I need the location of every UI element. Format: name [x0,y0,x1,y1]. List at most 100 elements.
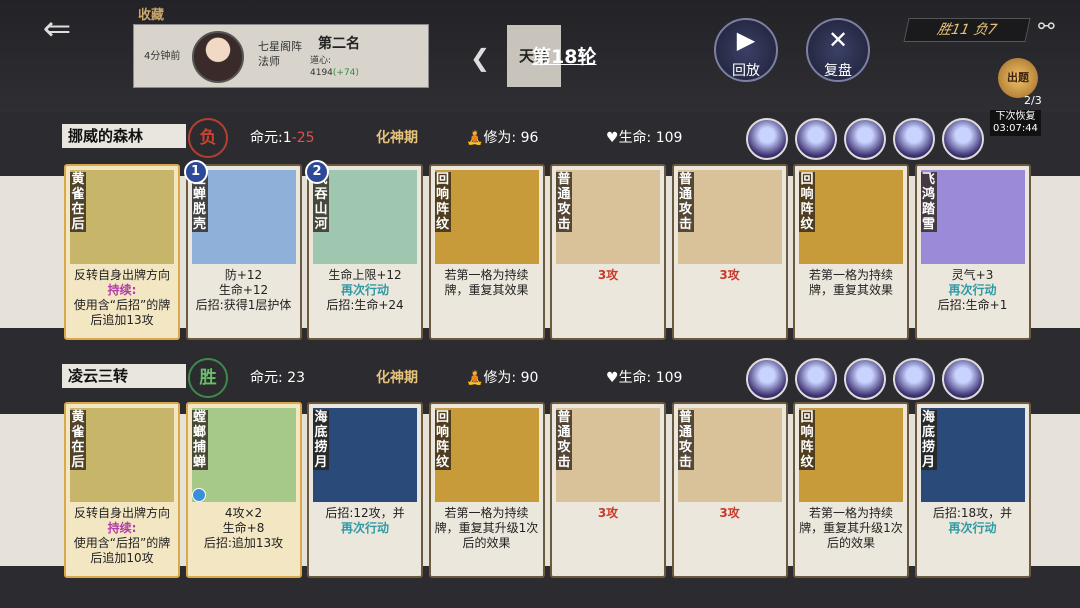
card-name: 黄雀在后 [70,172,86,232]
card-description: 反转自身出牌方向 持续: 使用含“后招”的牌后追加10攻 [70,506,174,566]
player-name: 凌云三转 [62,364,186,388]
opponent-sect: 七星阁阵法师 [258,40,302,68]
card-text-line: 使用含“后招”的牌后追加10攻 [73,536,171,565]
card[interactable]: 回响阵纹若第一格为持续牌，重复其升级1次后的效果 [793,402,909,578]
character-icon[interactable] [942,358,984,400]
replay-button[interactable]: ▶ 回放 [714,18,778,82]
top-bar: ⇐ 收藏 4分钟前 七星阁阵法师 第二名 道心: 4194(+74) 天梯 ❮ 第… [0,0,1080,136]
card-text-line: 生命上限+12 [328,268,402,282]
card-description: 防+12 生命+12 后招:获得1层护体 [192,268,296,313]
card-text-line: 持续: [107,283,137,297]
character-icon[interactable] [893,118,935,160]
card[interactable]: 螳螂捕蝉 4攻×2 生命+8 后招:追加13攻 [185,402,302,578]
card-description: 3攻 [556,268,660,283]
card-name: 回响阵纹 [434,172,451,232]
card[interactable]: 回响阵纹 若第一格为持续牌，重复其效果 [793,164,909,340]
card-description: 若第一格为持续牌，重复其升级1次后的效果 [799,506,903,551]
player-row-1: 挪威的森林 负 命元:1-25 化神期 🧘修为: 96 ♥生命: 109 [0,118,1080,160]
card-name: 普通攻击 [556,410,572,470]
chevron-left-icon[interactable]: ❮ [470,44,490,72]
card-text-line: 若第一格为持续牌，重复其效果 [444,268,529,297]
opponent-card[interactable]: 4分钟前 七星阁阵法师 第二名 道心: 4194(+74) 天梯 [133,24,561,88]
back-arrow-icon[interactable]: ⇐ [30,12,84,46]
card-text-line: 灵气+3 [951,268,994,282]
life-stat: 命元: 23 [250,367,305,387]
character-icon[interactable] [893,358,935,400]
life-stat: 命元:1-25 [250,127,315,147]
character-icon[interactable] [746,358,788,400]
dao-value: 4194 [310,68,333,78]
card[interactable]: 飞鸿踏雪 灵气+3 再次行动 后招:生命+1 [914,164,1031,340]
card[interactable]: 普通攻击 3攻 [671,164,788,340]
card-text-line: 防+12 [224,268,263,282]
card-text-line: 再次行动 [948,283,997,297]
card-text-line: 后招:获得1层护体 [195,298,292,312]
card[interactable]: 气吞山河2生命上限+12再次行动后招:生命+24 [305,160,423,340]
card[interactable]: 海底捞月后招:18攻，并 再次行动 [914,402,1031,578]
life-delta: -25 [291,130,315,146]
hp-label: 生命: [618,130,652,146]
card-text-line: 后招:生命+24 [326,298,404,312]
card-description: 3攻 [678,506,782,521]
favorites-label[interactable]: 收藏 [138,4,164,23]
dao-gain: (+74) [332,68,359,78]
card-text-line: 若第一格为持续牌，重复其升级1次后的效果 [799,506,903,550]
hp-label: 生命: [618,370,652,386]
card[interactable]: 普通攻击 3攻 [550,402,666,578]
character-icon[interactable] [746,118,788,160]
review-button[interactable]: ✕ 复盘 [806,18,870,82]
card-description: 反转自身出牌方向 持续: 使用含“后招”的牌后追加13攻 [70,268,174,328]
card[interactable]: 回响阵纹 若第一格为持续牌，重复其升级1次后的效果 [428,402,545,578]
card[interactable]: 海底捞月后招:12攻，并 再次行动 [307,402,423,578]
character-icon[interactable] [844,358,886,400]
card-name: 海底捞月 [313,410,329,470]
replay-label: 回放 [732,63,760,79]
card[interactable]: 回响阵纹若第一格为持续牌，重复其效果 [428,164,545,340]
card-text-line: 3攻 [597,268,619,282]
opponent-rank: 第二名 [318,36,360,52]
dao-label: 道心: [310,56,332,66]
crossed-swords-icon: ✕ [827,26,849,54]
character-icons [746,118,991,164]
card-text-line: 再次行动 [948,521,997,535]
card[interactable]: 普通攻击 3攻 [671,402,788,578]
player-row-2: 凌云三转 胜 命元: 23 化神期 🧘修为: 90 ♥生命: 109 [0,358,1080,400]
hp-stat: ♥生命: 109 [606,130,683,146]
character-icon[interactable] [942,118,984,160]
card-text-line: 反转自身出牌方向 [73,506,170,520]
win-loss-score: 胜11 负7 [903,18,1031,42]
challenge-button[interactable]: 出题 [998,58,1038,98]
character-icon[interactable] [844,118,886,160]
card-text-line: 若第一格为持续牌，重复其效果 [808,268,893,297]
card-text-line: 后招:18攻，并 [932,506,1013,520]
card-text-line: 再次行动 [340,521,389,535]
share-icon[interactable]: ⚯ [1038,14,1055,38]
hp-value: 109 [655,370,683,386]
result-lose-badge: 负 [188,118,228,158]
card-description: 3攻 [556,506,660,521]
card-name: 海底捞月 [920,410,937,470]
card[interactable]: 黄雀在后 反转自身出牌方向 持续: 使用含“后招”的牌后追加10攻 [64,402,180,578]
card-description: 后招:12攻，并 再次行动 [313,506,417,536]
recover-label: 下次恢复 [995,111,1036,122]
card-text-line: 若第一格为持续牌，重复其升级1次后的效果 [434,506,539,550]
card-name: 回响阵纹 [799,410,815,470]
character-icon[interactable] [795,358,837,400]
character-icon[interactable] [795,118,837,160]
card[interactable]: 普通攻击 3攻 [550,164,666,340]
character-icons [746,358,991,404]
card-description: 灵气+3 再次行动 后招:生命+1 [921,268,1025,313]
card-description: 4攻×2 生命+8 后招:追加13攻 [192,506,296,551]
card[interactable]: 黄雀在后反转自身出牌方向 持续: 使用含“后招”的牌后追加13攻 [64,164,180,340]
card[interactable]: 金蝉脱壳1防+12生命+12后招:获得1层护体 [183,160,302,340]
avatar [192,31,244,83]
card-text-line: 4攻×2 [224,506,263,520]
round-label[interactable]: 第18轮 [532,42,596,69]
dao-heart: 道心: 4194(+74) [310,55,359,79]
card-description: 若第一格为持续牌，重复其效果 [799,268,903,298]
card-level-badge: 2 [305,160,329,184]
card-text-line: 持续: [107,521,137,535]
life-label: 命元: [250,130,283,146]
card-text-line: 3攻 [719,506,740,520]
realm: 化神期 [376,130,418,146]
